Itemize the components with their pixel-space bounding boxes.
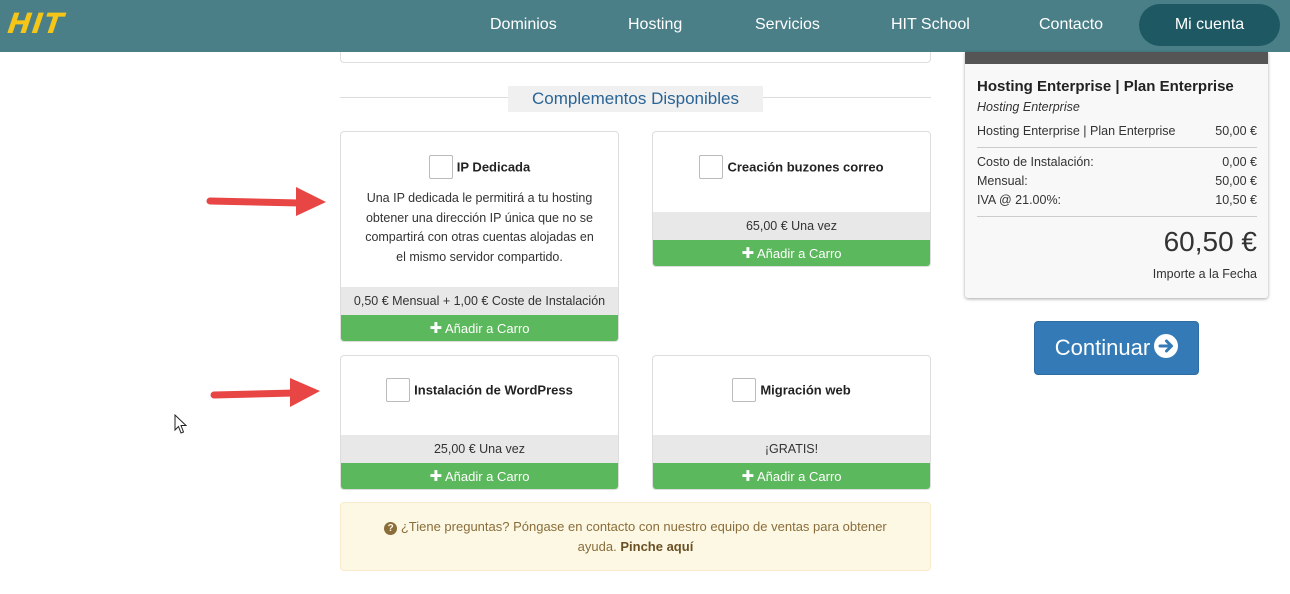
summary-product-label: Hosting Enterprise | Plan Enterprise <box>977 124 1176 138</box>
summary-total-label: Importe a la Fecha <box>1152 267 1257 281</box>
summary-divider <box>977 147 1257 148</box>
addon-price: 65,00 € Una vez <box>653 212 930 240</box>
red-arrow-icon <box>206 187 326 216</box>
add-to-cart-button[interactable]: ✚ Añadir a Carro <box>653 240 930 266</box>
addon-card-migracion: Migración web ¡GRATIS! ✚ Añadir a Carro <box>652 355 931 490</box>
addon-header: IP Dedicada <box>341 155 618 179</box>
addon-header: Migración web <box>653 378 930 402</box>
summary-top-band <box>965 52 1268 64</box>
summary-total: 60,50 € <box>1163 226 1257 257</box>
summary-line-value: 10,50 € <box>1215 193 1257 207</box>
nav-servicios[interactable]: Servicios <box>755 0 820 50</box>
summary-monthly-row: Mensual: 50,00 € <box>977 174 1257 188</box>
summary-line-value: 50,00 € <box>1215 174 1257 188</box>
add-to-cart-label: Añadir a Carro <box>756 246 842 261</box>
continue-button[interactable]: Continuar <box>1034 321 1199 375</box>
red-arrow-icon <box>210 378 320 407</box>
plus-icon: ✚ <box>741 245 755 262</box>
add-to-cart-label: Añadir a Carro <box>756 469 842 484</box>
addon-price: 0,50 € Mensual + 1,00 € Coste de Instala… <box>341 287 618 315</box>
summary-divider <box>977 216 1257 217</box>
continue-label: Continuar <box>1054 335 1151 360</box>
addon-checkbox[interactable] <box>386 378 411 402</box>
top-navbar: HIT Dominios Hosting Servicios HIT Schoo… <box>0 0 1290 52</box>
question-icon: ? <box>384 522 398 535</box>
site-logo[interactable]: HIT <box>6 7 67 40</box>
nav-hosting[interactable]: Hosting <box>628 0 682 50</box>
nav-dominios[interactable]: Dominios <box>490 0 557 50</box>
help-alert: ? ¿Tiene preguntas? Póngase en contacto … <box>340 502 931 571</box>
addon-checkbox[interactable] <box>428 155 453 179</box>
add-to-cart-label: Añadir a Carro <box>444 469 530 484</box>
addon-title: IP Dedicada <box>456 159 531 175</box>
order-summary: Hosting Enterprise | Plan Enterprise Hos… <box>965 52 1268 298</box>
previous-panel-bottom <box>340 52 931 63</box>
my-account-button[interactable]: Mi cuenta <box>1139 4 1280 46</box>
plus-icon: ✚ <box>429 320 443 337</box>
addon-title: Instalación de WordPress <box>414 382 573 398</box>
addon-price: 25,00 € Una vez <box>341 435 618 463</box>
add-to-cart-button[interactable]: ✚ Añadir a Carro <box>341 315 618 341</box>
summary-title: Hosting Enterprise | Plan Enterprise <box>977 78 1234 95</box>
addon-card-ip-dedicada: IP Dedicada Una IP dedicada le permitirá… <box>340 131 619 342</box>
summary-product-row: Hosting Enterprise | Plan Enterprise 50,… <box>977 124 1257 138</box>
addon-header: Instalación de WordPress <box>341 378 618 402</box>
summary-line-label: Mensual: <box>977 174 1028 188</box>
addon-description: Una IP dedicada le permitirá a tu hostin… <box>365 191 594 264</box>
addon-card-wordpress: Instalación de WordPress 25,00 € Una vez… <box>340 355 619 490</box>
nav-hit-school[interactable]: HIT School <box>891 0 970 50</box>
summary-line-label: IVA @ 21.00%: <box>977 193 1062 207</box>
addon-title: Migración web <box>760 382 851 398</box>
addon-header: Creación buzones correo <box>653 155 930 179</box>
mouse-cursor-icon <box>174 414 188 434</box>
summary-line-value: 0,00 € <box>1222 155 1257 169</box>
addon-checkbox[interactable] <box>699 155 724 179</box>
addon-card-buzones: Creación buzones correo 65,00 € Una vez … <box>652 131 931 267</box>
summary-line-label: Costo de Instalación: <box>977 155 1094 169</box>
summary-tax-row: IVA @ 21.00%: 10,50 € <box>977 193 1257 207</box>
add-to-cart-label: Añadir a Carro <box>444 321 530 336</box>
addon-price: ¡GRATIS! <box>653 435 930 463</box>
arrow-right-circle-icon <box>1154 334 1179 358</box>
addon-checkbox[interactable] <box>732 378 757 402</box>
plus-icon: ✚ <box>741 468 755 485</box>
help-link[interactable]: Pinche aquí <box>620 539 693 554</box>
add-to-cart-button[interactable]: ✚ Añadir a Carro <box>341 463 618 489</box>
summary-setup-row: Costo de Instalación: 0,00 € <box>977 155 1257 169</box>
summary-subtitle: Hosting Enterprise <box>977 100 1080 114</box>
summary-product-value: 50,00 € <box>1215 124 1257 138</box>
add-to-cart-button[interactable]: ✚ Añadir a Carro <box>653 463 930 489</box>
addon-title: Creación buzones correo <box>727 159 884 175</box>
nav-contacto[interactable]: Contacto <box>1039 0 1103 50</box>
section-title: Complementos Disponibles <box>508 86 763 112</box>
plus-icon: ✚ <box>429 468 443 485</box>
